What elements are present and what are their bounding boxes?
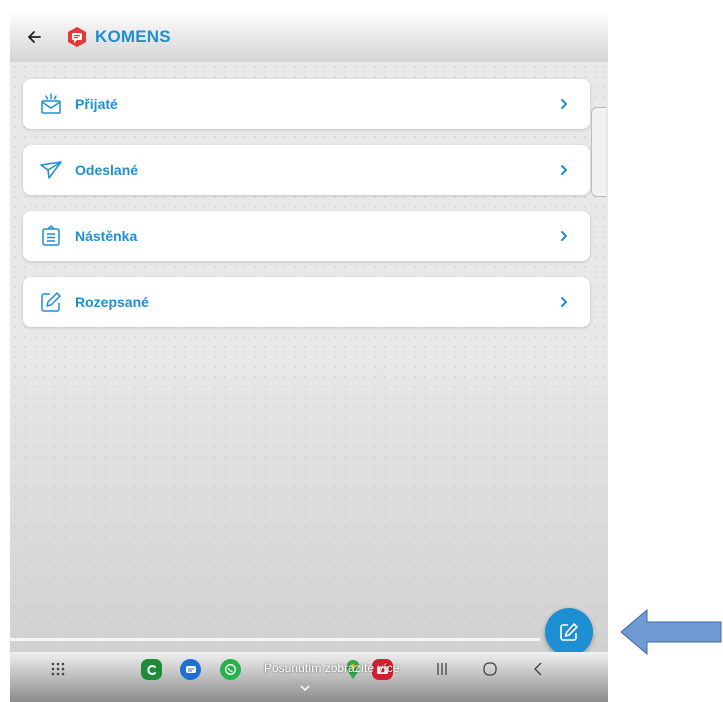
edge-panel-handle[interactable]: [591, 107, 606, 197]
messages-app-button[interactable]: [180, 659, 201, 680]
screen-shade: [10, 352, 608, 652]
pointer-arrow-icon: [620, 608, 722, 656]
phone-screen: KOMENS Přijaté Odeslané Nástěnka Rozepsa…: [10, 12, 608, 702]
scroll-indicator: [10, 638, 540, 641]
app-title: KOMENS: [95, 27, 171, 46]
notice-board-icon: [39, 224, 63, 248]
compose-icon: [560, 623, 578, 641]
chevron-down-icon: [300, 679, 310, 697]
menu-item-drafts[interactable]: Rozepsané: [23, 277, 590, 327]
edit-icon: [39, 290, 63, 314]
messages-app-icon: [180, 659, 201, 680]
menu-item-label: Nástěnka: [75, 228, 138, 244]
chevron-right-icon: [554, 226, 574, 246]
back-arrow-icon: [28, 31, 41, 43]
system-navbar: Posunutím zobrazíte více: [10, 652, 608, 702]
komens-logo-icon: [68, 27, 86, 47]
home-icon: [483, 662, 497, 676]
back-nav-icon: [534, 662, 542, 676]
paper-plane-icon: [39, 158, 63, 182]
inbox-icon: [39, 92, 63, 116]
menu-item-notice-board[interactable]: Nástěnka: [23, 211, 590, 261]
app-logo: KOMENS: [66, 26, 171, 48]
chevron-right-icon: [554, 292, 574, 312]
menu-item-label: Rozepsané: [75, 294, 149, 310]
back-button[interactable]: [14, 17, 54, 57]
menu-item-label: Odeslané: [75, 162, 139, 178]
scroll-hint-text: Posunutím zobrazíte více: [264, 661, 400, 675]
back-nav-button[interactable]: [533, 662, 543, 676]
caller-app-button[interactable]: [141, 659, 162, 680]
home-button[interactable]: [483, 662, 497, 676]
app-drawer-button[interactable]: [50, 661, 66, 677]
menu-item-received[interactable]: Přijaté: [23, 79, 590, 129]
chevron-right-icon: [554, 160, 574, 180]
caller-app-icon: [141, 659, 162, 680]
menu-item-sent[interactable]: Odeslané: [23, 145, 590, 195]
chevron-right-icon: [554, 94, 574, 114]
compose-button[interactable]: [545, 608, 593, 656]
whatsapp-button[interactable]: [220, 659, 241, 680]
app-drawer-icon: [51, 662, 65, 676]
menu-item-label: Přijaté: [75, 96, 118, 112]
recent-apps-icon: [437, 663, 447, 675]
recent-apps-button[interactable]: [435, 662, 449, 676]
whatsapp-icon: [220, 659, 241, 680]
app-bar: KOMENS: [10, 12, 608, 62]
